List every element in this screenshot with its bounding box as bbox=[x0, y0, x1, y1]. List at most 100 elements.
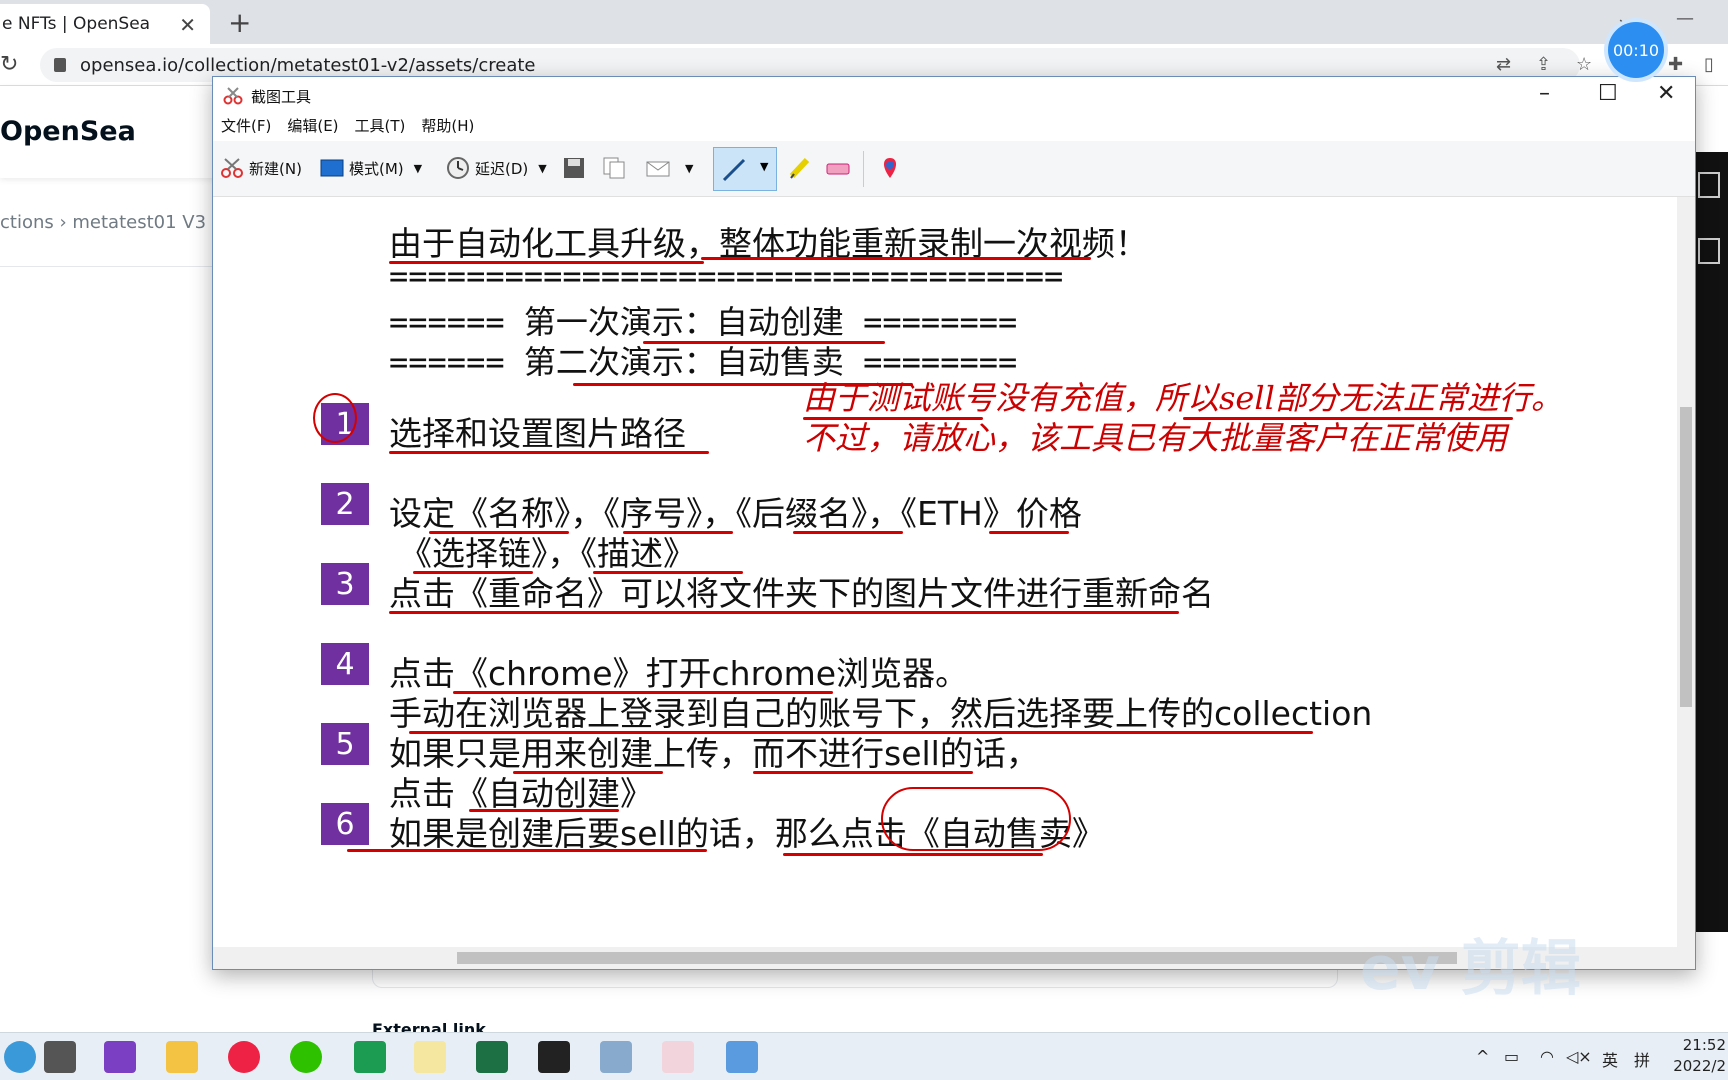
settings-icon[interactable] bbox=[44, 1041, 76, 1073]
file-explorer-icon[interactable] bbox=[166, 1041, 198, 1073]
vertical-scrollbar[interactable] bbox=[1677, 197, 1695, 949]
browser-tab[interactable]: e NFTs | OpenSea ✕ bbox=[0, 4, 210, 44]
delay-button[interactable]: 延迟(D) ▼ bbox=[445, 153, 547, 183]
paint3d-button[interactable] bbox=[877, 153, 907, 183]
extensions-icon[interactable]: ✚ bbox=[1668, 54, 1683, 75]
pen-icon bbox=[722, 158, 746, 182]
tab-title: e NFTs | OpenSea bbox=[2, 14, 151, 34]
paint3d-icon bbox=[883, 158, 897, 178]
pen-button[interactable]: ▼ bbox=[713, 147, 777, 191]
window-title: 截图工具 bbox=[251, 87, 312, 106]
send-email-icon bbox=[646, 161, 670, 177]
url-text: opensea.io/collection/metatest01-v2/asse… bbox=[80, 54, 536, 76]
visual-studio-icon[interactable] bbox=[104, 1041, 136, 1073]
tab-close-icon[interactable]: ✕ bbox=[179, 13, 196, 37]
wifi-icon[interactable]: ◠ bbox=[1540, 1047, 1554, 1066]
translate-icon[interactable]: ⇄ bbox=[1496, 54, 1511, 75]
recording-timer[interactable]: 00:10 bbox=[1608, 22, 1664, 78]
save-button[interactable] bbox=[561, 153, 591, 183]
dropdown-arrow-icon[interactable]: ▼ bbox=[685, 162, 693, 175]
delay-label: 延迟(D) bbox=[475, 159, 529, 178]
save-icon bbox=[564, 158, 584, 178]
step-number-5: 5 bbox=[321, 723, 369, 765]
step-number-4: 4 bbox=[321, 643, 369, 685]
notepad-icon[interactable] bbox=[414, 1041, 446, 1073]
clock-date: 2022/2 bbox=[1673, 1057, 1726, 1075]
underline-annotation bbox=[989, 531, 1069, 534]
underline-annotation bbox=[389, 451, 709, 454]
scrollbar-thumb[interactable] bbox=[457, 952, 1457, 964]
step-number-6: 6 bbox=[321, 803, 369, 845]
excel-icon[interactable] bbox=[476, 1041, 508, 1073]
scissors-icon bbox=[223, 87, 243, 105]
taskbar: ^ ▭ ◠ ◁× 英 拼 21:52 2022/2 bbox=[0, 1032, 1728, 1080]
start-icon[interactable] bbox=[4, 1041, 36, 1073]
snipping-tool-icon[interactable] bbox=[662, 1041, 694, 1073]
menu-tools[interactable]: 工具(T) bbox=[355, 115, 406, 141]
scrollbar-thumb[interactable] bbox=[1680, 407, 1692, 707]
underline-annotation bbox=[753, 771, 973, 774]
menu-help[interactable]: 帮助(H) bbox=[421, 115, 474, 141]
breadcrumb[interactable]: ctions › metatest01 V3 bbox=[0, 212, 206, 233]
dropdown-arrow-icon[interactable]: ▼ bbox=[414, 162, 422, 175]
minimize-icon[interactable]: — bbox=[1676, 8, 1694, 29]
menu-edit[interactable]: 编辑(E) bbox=[287, 115, 338, 141]
clock[interactable]: 21:52 2022/2 bbox=[1673, 1035, 1726, 1077]
menu-file[interactable]: 文件(F) bbox=[221, 115, 271, 141]
copy-button[interactable] bbox=[601, 153, 631, 183]
snip-toolbar: 新建(N) 模式(M) ▼ 延迟(D) ▼ ▼ ▼ bbox=[213, 141, 1695, 197]
dropdown-arrow-icon[interactable]: ▼ bbox=[538, 162, 546, 175]
underline-annotation bbox=[793, 531, 903, 534]
minimize-icon[interactable]: – bbox=[1539, 81, 1550, 106]
sidepanel-icon[interactable]: ▯ bbox=[1704, 54, 1714, 75]
ime-indicator[interactable]: 英 bbox=[1602, 1047, 1618, 1071]
clock-icon bbox=[447, 157, 469, 179]
right-side-panel bbox=[1694, 112, 1728, 932]
clipboard-icon[interactable] bbox=[726, 1041, 758, 1073]
maximize-icon[interactable]: ☐ bbox=[1598, 81, 1618, 106]
highlighter-button[interactable] bbox=[787, 153, 817, 183]
mode-label: 模式(M) bbox=[349, 159, 404, 178]
menu-bar: 文件(F) 编辑(E) 工具(T) 帮助(H) bbox=[213, 115, 490, 141]
circle-annotation bbox=[313, 393, 357, 443]
ime-mode-indicator[interactable]: 拼 bbox=[1634, 1047, 1650, 1071]
reload-icon[interactable]: ↻ bbox=[0, 52, 18, 77]
pycharm-icon[interactable] bbox=[354, 1041, 386, 1073]
browser-tab-bar: e NFTs | OpenSea ✕ + ⌄ — bbox=[0, 0, 1728, 44]
dark-panel bbox=[1694, 152, 1728, 932]
new-button[interactable]: 新建(N) bbox=[219, 153, 302, 183]
separator-line: =================================== bbox=[389, 257, 1064, 295]
step-number-3: 3 bbox=[321, 563, 369, 605]
app-icon[interactable] bbox=[600, 1041, 632, 1073]
watermark-logo: ev 剪辑 bbox=[1360, 934, 1581, 1004]
scissors-icon bbox=[221, 158, 243, 178]
battery-icon[interactable]: ▭ bbox=[1504, 1047, 1519, 1066]
underline-annotation bbox=[347, 849, 707, 852]
lock-icon bbox=[54, 58, 66, 72]
step-1-text: 选择和设置图片路径 bbox=[389, 414, 686, 453]
close-icon[interactable]: ✕ bbox=[1657, 81, 1675, 106]
snip-canvas[interactable]: 由于自动化工具升级，整体功能重新录制一次视频！ ================… bbox=[213, 197, 1679, 949]
send-button[interactable]: ▼ bbox=[645, 153, 693, 183]
opensea-logo[interactable]: OpenSea bbox=[0, 116, 136, 147]
new-tab-button[interactable]: + bbox=[228, 6, 251, 39]
step-number-2: 2 bbox=[321, 483, 369, 525]
panel-square-icon bbox=[1698, 172, 1720, 198]
step-3-text: 点击《重命名》可以将文件夹下的图片文件进行重新命名 bbox=[389, 574, 1214, 613]
eraser-button[interactable] bbox=[825, 153, 855, 183]
mode-button[interactable]: 模式(M) ▼ bbox=[319, 153, 422, 183]
rectangle-mode-icon bbox=[320, 159, 344, 177]
volume-icon[interactable]: ◁× bbox=[1566, 1047, 1592, 1066]
circle-annotation bbox=[881, 787, 1071, 851]
underline-annotation bbox=[783, 853, 1043, 856]
chrome-icon[interactable] bbox=[228, 1041, 260, 1073]
chevron-up-icon[interactable]: ^ bbox=[1476, 1047, 1489, 1066]
new-label: 新建(N) bbox=[249, 159, 302, 178]
wechat-icon[interactable] bbox=[290, 1041, 322, 1073]
share-icon[interactable]: ⇪ bbox=[1536, 54, 1551, 75]
underline-annotation bbox=[389, 611, 1179, 614]
eraser-icon bbox=[826, 163, 850, 175]
bookmark-star-icon[interactable]: ☆ bbox=[1576, 54, 1592, 75]
dropdown-arrow-icon[interactable]: ▼ bbox=[760, 160, 768, 173]
terminal-icon[interactable] bbox=[538, 1041, 570, 1073]
